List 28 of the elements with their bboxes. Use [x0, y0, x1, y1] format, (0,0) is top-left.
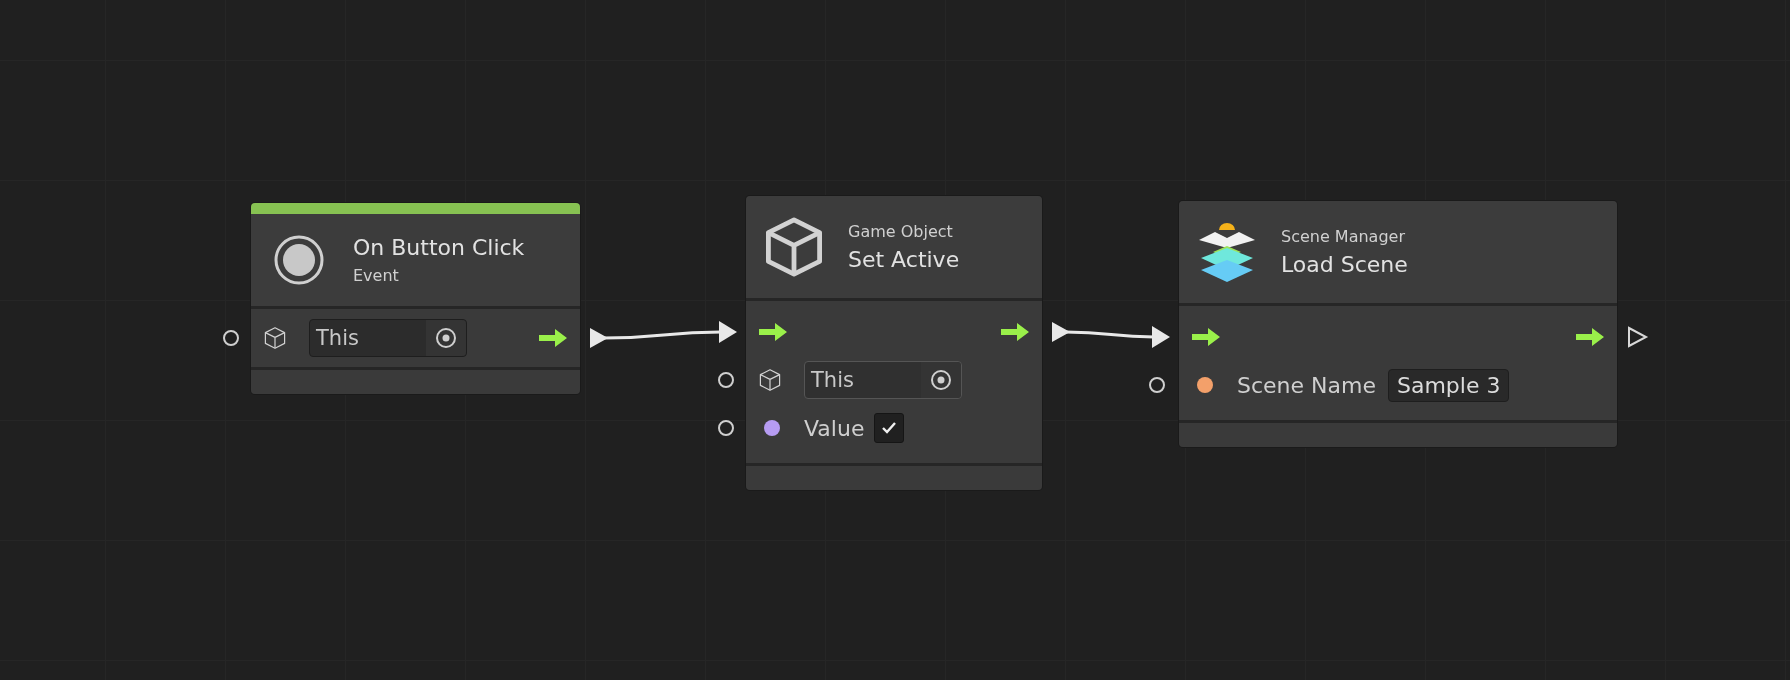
- arrow-icon: [758, 322, 788, 342]
- input-port[interactable]: [718, 372, 734, 388]
- field-label: Value: [804, 415, 865, 441]
- node-title: Set Active: [848, 247, 960, 272]
- check-icon: [881, 421, 898, 435]
- text-field[interactable]: Sample 3: [1388, 368, 1510, 402]
- checkbox[interactable]: [874, 413, 905, 443]
- target-icon: [435, 327, 457, 349]
- field-label: Scene Name: [1237, 372, 1376, 398]
- arrow-icon: [1191, 327, 1221, 347]
- radio-circle-icon: [273, 234, 325, 286]
- cube-icon: [758, 368, 782, 392]
- target-icon: [930, 369, 952, 391]
- node-category: Scene Manager: [1281, 227, 1406, 246]
- node-title: Load Scene: [1281, 252, 1408, 277]
- output-port[interactable]: [1628, 326, 1649, 348]
- connector-arrow[interactable]: [1052, 322, 1170, 348]
- layers-icon: [1197, 220, 1257, 284]
- connector-arrow[interactable]: [590, 321, 737, 348]
- input-port[interactable]: [1149, 377, 1165, 393]
- input-port[interactable]: [223, 330, 239, 346]
- input-port[interactable]: [718, 420, 734, 436]
- object-field[interactable]: This: [804, 361, 962, 399]
- cube-icon: [263, 326, 287, 350]
- node-title: On Button Click: [353, 235, 525, 260]
- node-category: Game Object: [848, 222, 954, 241]
- object-field[interactable]: This: [309, 319, 467, 357]
- node-subtitle: Event: [353, 266, 400, 285]
